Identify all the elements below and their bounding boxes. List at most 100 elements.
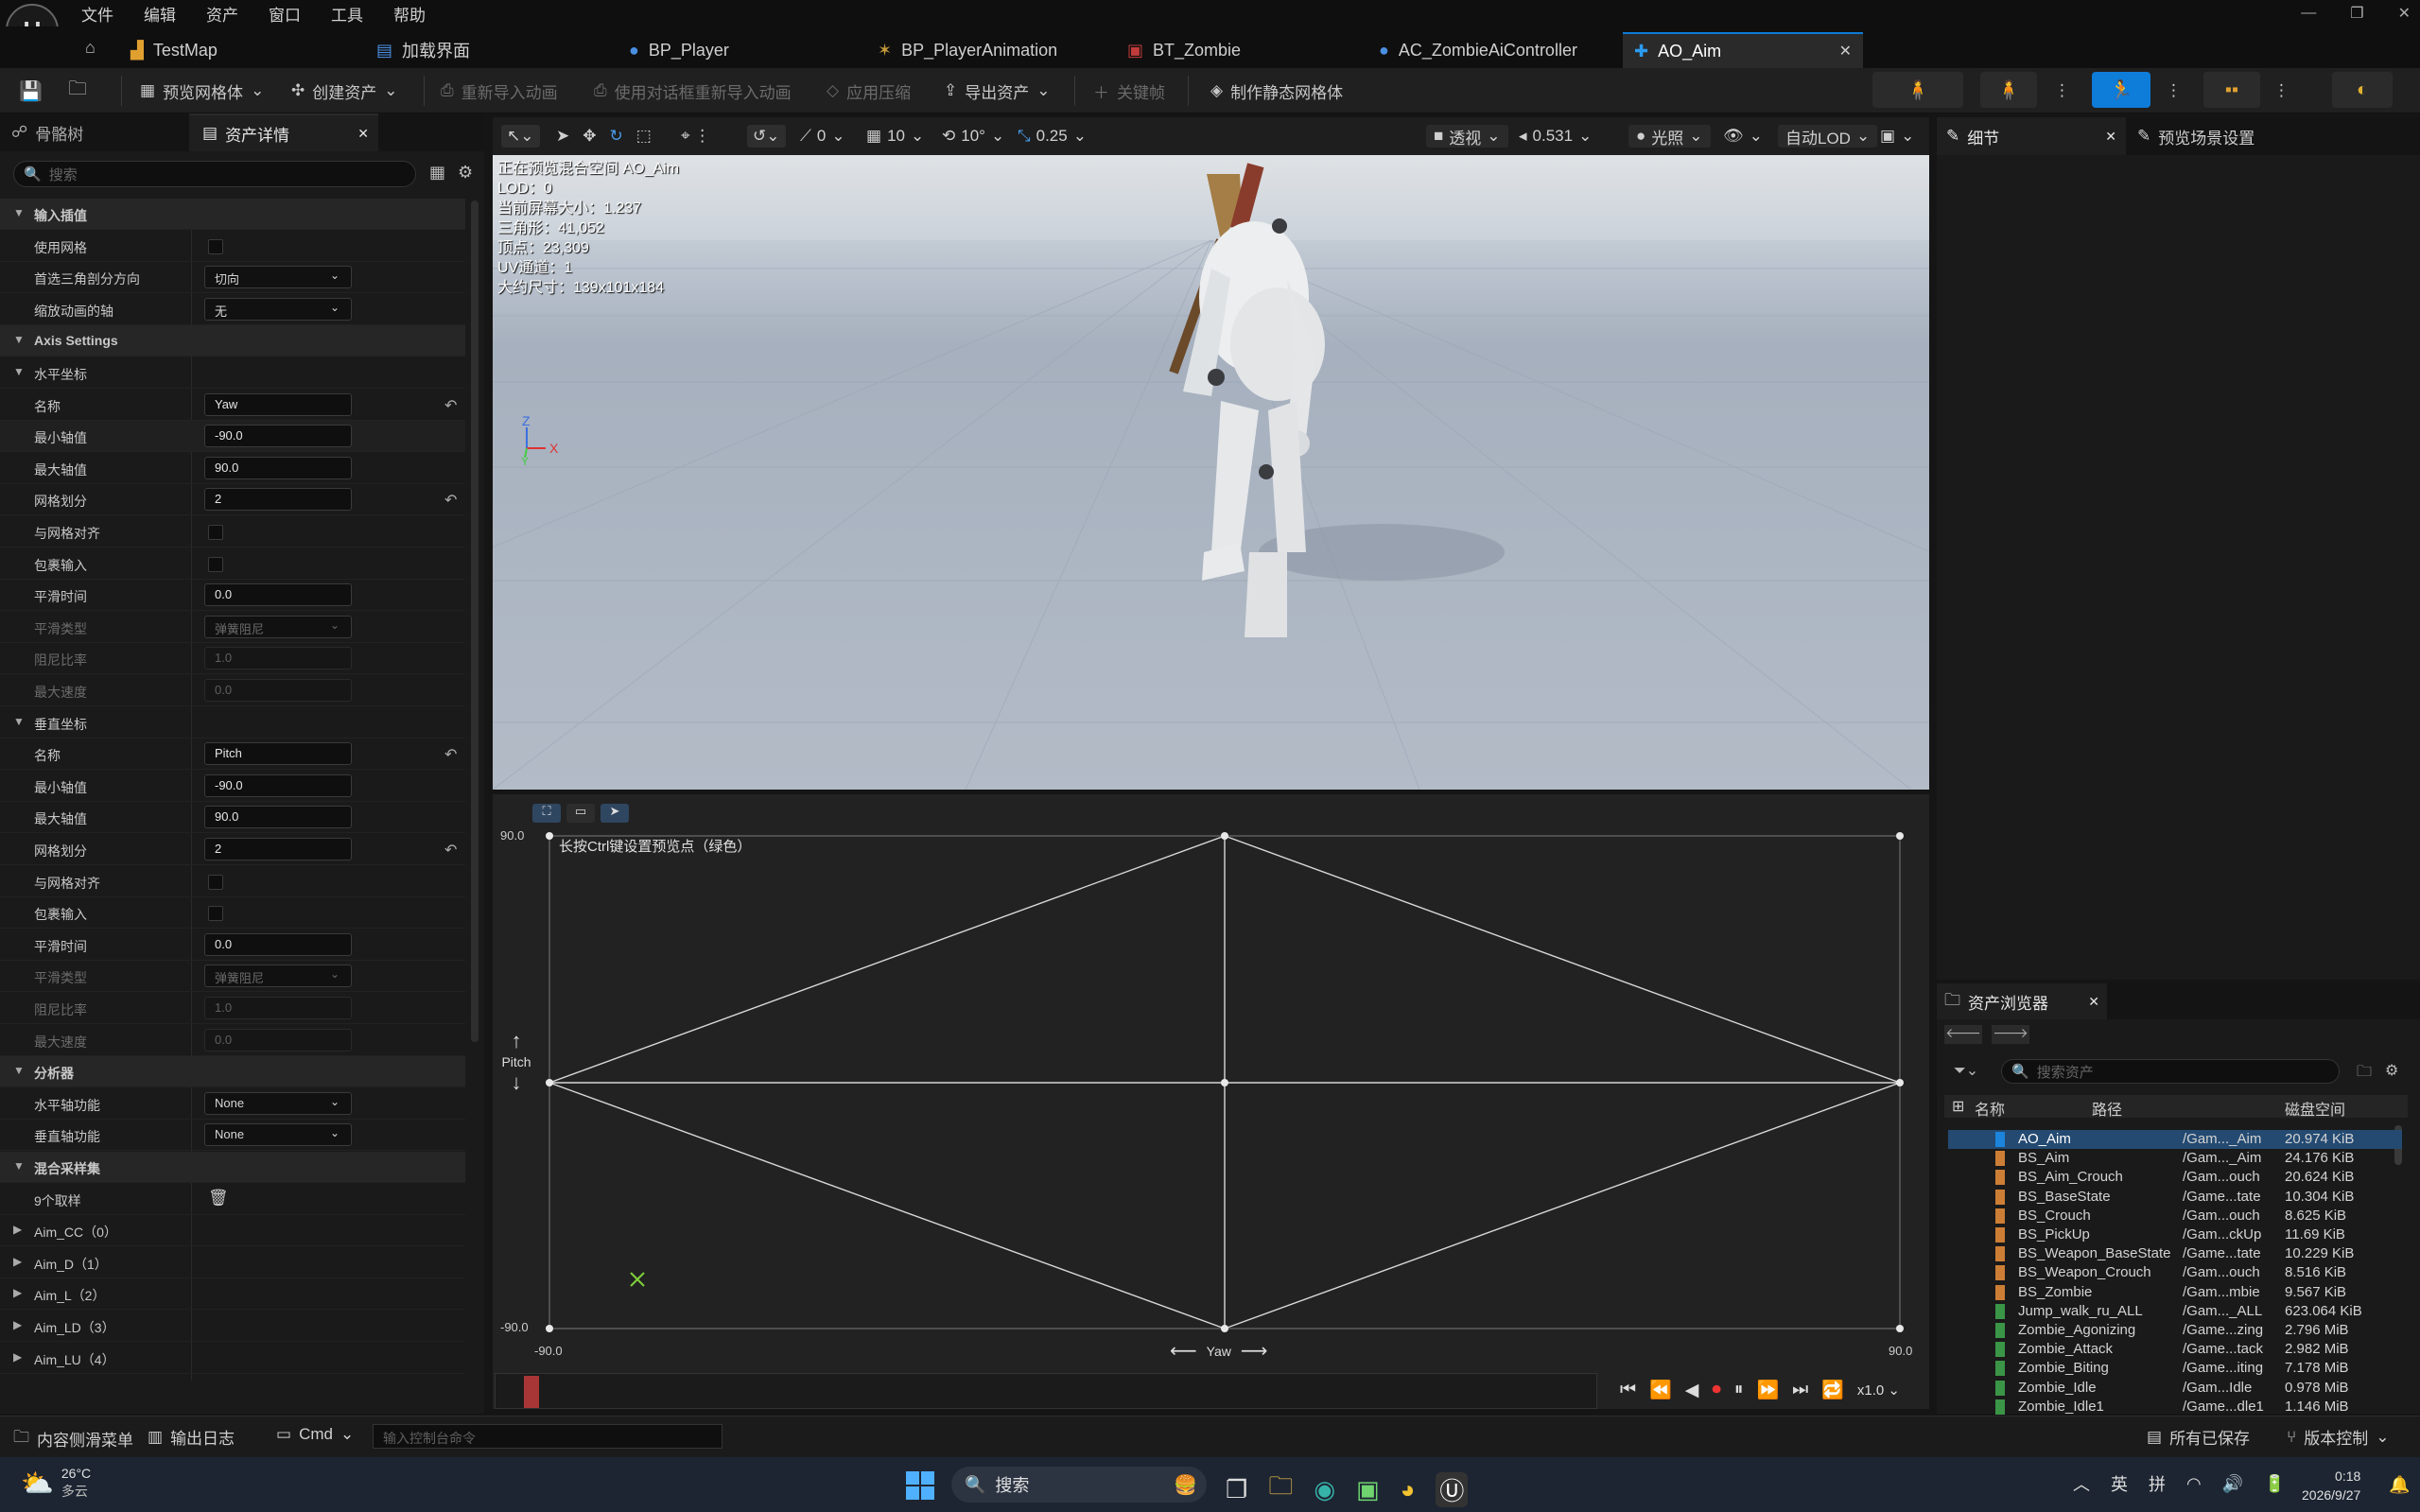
battery-icon[interactable]: 🔋 [2264, 1474, 2285, 1494]
expand-arrow-icon[interactable]: ▼ [13, 365, 25, 378]
expand-arrow-icon[interactable]: ▼ [13, 1159, 25, 1173]
property-value-input[interactable]: 2 [204, 488, 352, 512]
property-checkbox[interactable] [208, 556, 223, 572]
col-path-header[interactable]: 路径 [2092, 1097, 2122, 1120]
tab-ao-aim[interactable]: ✚ AO_Aim ✕ [1623, 32, 1863, 68]
surface-snap-icon[interactable]: ⌖ ⋮ [681, 125, 710, 148]
lighting-button[interactable]: ● 光照 ⌄ [1628, 125, 1711, 148]
scale-snap-button[interactable]: ⤡ 0.25 ⌄ [1018, 125, 1087, 148]
make-static-mesh-button[interactable]: ◈ 制作静态网格体 [1210, 76, 1343, 106]
property-checkbox[interactable] [208, 906, 223, 922]
asset-row[interactable]: BS_BaseState/Game...tate 10.304 KiB [1948, 1188, 2402, 1207]
tab-details[interactable]: ✎ 细节 ✕ [1937, 117, 2126, 155]
preview-mesh-button[interactable]: ▦ 预览网格体 ⌄ [140, 76, 264, 106]
settings-gear-icon[interactable]: ⚙ [458, 163, 473, 182]
task-view-icon[interactable]: ❐ [1226, 1475, 1247, 1504]
asset-row[interactable]: BS_Aim_Crouch/Gam...ouch 20.624 KiB [1948, 1168, 2402, 1187]
asset-row[interactable]: BS_PickUp/Gam...ckUp 11.69 KiB [1948, 1225, 2402, 1244]
menu-item[interactable]: 窗口 [269, 2, 301, 26]
blend-sample-item[interactable]: ▶ Aim_CC（0） [0, 1215, 465, 1247]
output-log-button[interactable]: ▥ 输出日志 [148, 1425, 235, 1449]
property-value-input[interactable]: -90.0 [204, 773, 352, 797]
physics-mode-button[interactable]: ◐ [2332, 72, 2393, 108]
details-search-input[interactable]: 🔍 搜索 [13, 161, 416, 187]
blend-sample-item[interactable]: ▶ Aim_LD（3） [0, 1311, 465, 1342]
asset-row[interactable]: Zombie_Attack/Game...tack 2.982 MiB [1948, 1340, 2402, 1359]
blend-space-grid[interactable] [493, 794, 1929, 1362]
property-value-input[interactable]: 0.0 [204, 583, 352, 607]
col-size-header[interactable]: 磁盘空间 [2285, 1097, 2345, 1120]
select-mode-button[interactable]: ↖⌄ [501, 125, 540, 148]
asset-row[interactable]: Zombie_Biting/Game...iting 7.178 MiB [1948, 1359, 2402, 1378]
taskbar-search[interactable]: 🔍 搜索 🍔 [951, 1467, 1207, 1503]
back-arrow-icon[interactable]: 🡐 [1944, 1025, 1982, 1044]
ime-language[interactable]: 英 [2111, 1471, 2128, 1496]
fov-button[interactable]: ◂ 0.531 ⌄ [1519, 125, 1592, 148]
home-icon[interactable]: ⌂ [85, 38, 96, 58]
pause-icon[interactable]: ⏸ [1734, 1380, 1744, 1400]
step-forward-icon[interactable]: ⏩ [1756, 1379, 1779, 1401]
reset-to-default-icon[interactable]: ↶ [444, 396, 457, 415]
property-dropdown[interactable]: 无 ⌄ [204, 297, 352, 321]
expand-arrow-icon[interactable]: ▶ [13, 1286, 22, 1299]
viewport-layout-button[interactable]: ▣ ⌄ [1880, 125, 1914, 148]
skip-to-start-icon[interactable]: ⏮ [1620, 1380, 1636, 1400]
ime-mode[interactable]: 拼 [2149, 1471, 2166, 1496]
menu-item[interactable]: 编辑 [144, 2, 176, 26]
export-asset-button[interactable]: ⇪ 导出资产 ⌄ [944, 76, 1051, 106]
asset-row[interactable]: Zombie_Idle1/Game...dle1 1.146 MiB [1948, 1398, 2402, 1416]
expand-arrow-icon[interactable]: ▶ [13, 1318, 22, 1331]
save-icon[interactable]: 💾 [19, 76, 43, 106]
property-value-input[interactable]: -90.0 [204, 425, 352, 448]
blueprint-mode-button[interactable]: ▪▪ [2203, 72, 2260, 108]
details-scrollbar[interactable] [471, 200, 479, 1042]
cmd-selector[interactable]: ▭ Cmd ⌄ [276, 1425, 354, 1444]
asset-row[interactable]: BS_Zombie/Gam...mbie 9.567 KiB [1948, 1283, 2402, 1302]
close-tab-icon[interactable]: ✕ [1839, 42, 1852, 61]
playback-speed-button[interactable]: x1.0 ⌄ [1857, 1382, 1900, 1399]
close-tab-icon[interactable]: ✕ [2088, 994, 2099, 1010]
close-tab-icon[interactable]: ✕ [2105, 129, 2116, 145]
lod-button[interactable]: 自动LOD ⌄ [1778, 125, 1878, 148]
asset-search-input[interactable]: 🔍 搜索资产 [2001, 1059, 2340, 1084]
asset-row[interactable]: AO_Aim/Gam..._Aim 20.974 KiB [1948, 1130, 2402, 1149]
tree-toggle-icon[interactable]: ⊞ [1952, 1097, 1964, 1116]
3d-viewport[interactable]: Z X Y [493, 155, 1929, 790]
notifications-icon[interactable]: 🔔 [2389, 1475, 2410, 1495]
property-checkbox[interactable] [208, 238, 223, 254]
reset-to-default-icon[interactable]: ↶ [444, 745, 457, 764]
skip-to-end-icon[interactable]: ⏭ [1792, 1380, 1808, 1400]
perspective-button[interactable]: ■ 透视 ⌄ [1426, 125, 1508, 148]
close-tab-icon[interactable]: ✕ [357, 126, 369, 142]
blend-sample-item[interactable]: ▶Aim_R（5） [0, 1374, 465, 1381]
table-view-icon[interactable]: ▦ [429, 163, 445, 182]
edge-browser-icon[interactable]: ◉ [1314, 1475, 1335, 1504]
asset-row[interactable]: Jump_walk_ru_ALL/Gam..._ALL 623.064 KiB [1948, 1302, 2402, 1321]
chevron-up-icon[interactable]: ︿ [2073, 1471, 2090, 1496]
apply-compression-button[interactable]: ◇ 应用压缩 [827, 76, 911, 106]
content-drawer-button[interactable]: 🗀 内容侧滑菜单 [13, 1425, 133, 1452]
transform-tools[interactable]: ➤ ✥ ↻ ⬚ [556, 125, 652, 148]
file-explorer-icon[interactable]: 🗀 [1268, 1469, 1293, 1510]
asset-row[interactable]: Zombie_Idle/Gam...Idle 0.978 MiB [1948, 1379, 2402, 1398]
tab-skeleton-tree[interactable]: ☍ 骨骼树 [0, 121, 189, 145]
more-options-icon[interactable]: ⋮ [2273, 76, 2289, 106]
clock[interactable]: 0:18 2026/9/27 [2302, 1467, 2360, 1504]
start-button[interactable] [906, 1471, 934, 1500]
col-name-header[interactable]: 名称 [1975, 1097, 2005, 1120]
expand-arrow-icon[interactable]: ▼ [13, 333, 25, 346]
create-asset-button[interactable]: ✣ 创建资产 ⌄ [291, 76, 398, 106]
property-value-input[interactable]: 1.0 [204, 647, 352, 670]
version-control-button[interactable]: ⑂ 版本控制 ⌄ [2287, 1425, 2389, 1449]
timeline-playhead[interactable] [524, 1376, 539, 1408]
expand-arrow-icon[interactable]: ▼ [13, 206, 25, 219]
property-value-input[interactable]: 90.0 [204, 806, 352, 829]
folder-icon[interactable]: 🗀 [2357, 1061, 2372, 1086]
expand-arrow-icon[interactable]: ▼ [13, 715, 25, 728]
expand-arrow-icon[interactable]: ▶ [13, 1255, 22, 1268]
property-dropdown[interactable]: 切向 ⌄ [204, 266, 352, 289]
tab-preview-scene-settings[interactable]: ✎ 预览场景设置 [2126, 125, 2255, 148]
property-dropdown[interactable]: None ⌄ [204, 1091, 352, 1115]
forward-arrow-icon[interactable]: 🡒 [1992, 1025, 2029, 1044]
skeleton-mode-button[interactable]: 🧍 [1872, 72, 1963, 108]
